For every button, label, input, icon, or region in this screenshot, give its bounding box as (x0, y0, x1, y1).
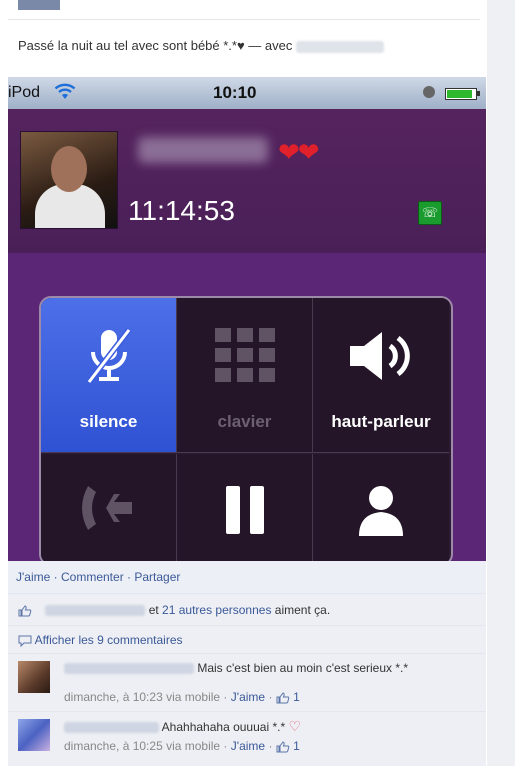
thumbs-up-icon (18, 605, 32, 617)
likes-prefix: et (148, 603, 159, 617)
add-call-icon (41, 482, 176, 539)
facebook-feedback: J'aime · Commenter · Partager et 21 autr… (8, 561, 486, 766)
phone-screenshot[interactable]: iPod 10:10 ❤❤ 11:14:53 ☏ silence clavier… (8, 77, 486, 561)
speaker-icon (313, 326, 449, 391)
comment-item: Ahahhahaha ouuuai *.* ♡ dimanche, à 10:2… (8, 711, 486, 766)
comment-bubble-icon (18, 635, 32, 647)
phone-call-icon: ☏ (418, 201, 442, 225)
comment-body: Ahahhahaha ouuuai *.* ♡ (64, 719, 474, 734)
comment-like-count[interactable]: 1 (293, 739, 300, 753)
alarm-icon (423, 86, 435, 98)
status-time: 10:10 (213, 83, 257, 102)
add-call-button[interactable] (41, 454, 177, 561)
comment-like-link[interactable]: J'aime (231, 690, 265, 704)
tagged-friend-link[interactable] (296, 40, 385, 53)
mute-label: silence (79, 412, 138, 431)
likes-summary: et 21 autres personnes aiment ça. (8, 593, 486, 625)
comment-meta: dimanche, à 10:25 via mobile · J'aime · … (64, 739, 300, 753)
mic-muted-icon (41, 326, 176, 391)
call-timer: 11:14:53 (128, 195, 235, 226)
others-link[interactable]: 21 autres personnes (162, 603, 271, 617)
comment-like-count[interactable]: 1 (293, 690, 300, 704)
comment-timestamp: dimanche, à 10:25 via mobile · (64, 739, 228, 753)
thumbs-up-icon (276, 692, 290, 704)
likes-suffix: aiment ça. (274, 603, 331, 617)
thumbs-up-icon (276, 741, 290, 753)
carrier-label: iPod (8, 84, 41, 101)
show-comments-label: Afficher les 9 commentaires (34, 633, 183, 647)
keypad-label: clavier (217, 412, 272, 431)
contacts-button[interactable] (313, 454, 449, 561)
battery-tip (477, 91, 480, 96)
comment-like-link[interactable]: J'aime (231, 739, 265, 753)
keypad-button[interactable]: clavier (177, 298, 313, 453)
heart-icon: ♡ (288, 718, 302, 734)
wifi-icon (54, 83, 76, 99)
hold-button[interactable] (177, 454, 313, 561)
commenter-avatar[interactable] (18, 719, 50, 751)
battery-icon (445, 88, 477, 100)
right-gutter (487, 0, 515, 766)
separator: · (268, 690, 273, 704)
comment-body: Mais c'est bien au moin c'est serieux *.… (64, 661, 474, 675)
post-header: Passé la nuit au tel avec sont bébé *.*♥… (8, 0, 480, 75)
post-actions: J'aime · Commenter · Partager (8, 561, 486, 593)
share-link[interactable]: Partager (134, 570, 180, 584)
like-link[interactable]: J'aime (16, 570, 50, 584)
pause-icon (177, 482, 312, 543)
author-avatar[interactable] (18, 0, 60, 10)
post-message: Passé la nuit au tel avec sont bébé *.*♥… (18, 38, 293, 53)
contact-icon (313, 482, 449, 543)
comment-item: Mais c'est bien au moin c'est serieux *.… (8, 653, 486, 711)
caller-avatar (20, 131, 118, 229)
separator: · (53, 570, 58, 584)
caller-name-blurred (138, 137, 268, 163)
keypad-icon (177, 326, 312, 395)
speaker-label: haut-parleur (331, 412, 431, 431)
speaker-button[interactable]: haut-parleur (313, 298, 449, 453)
mute-button[interactable]: silence (41, 298, 177, 453)
call-controls: silence clavier haut-parleur (39, 296, 453, 561)
separator: · (127, 570, 132, 584)
status-bar: iPod 10:10 (8, 77, 486, 109)
divider (8, 19, 480, 20)
commenter-name-blurred[interactable] (64, 663, 194, 675)
hearts-emoji: ❤❤ (278, 137, 320, 167)
comment-link[interactable]: Commenter (61, 570, 124, 584)
commenter-name-blurred[interactable] (64, 722, 159, 734)
post-text: Passé la nuit au tel avec sont bébé *.*♥… (18, 38, 385, 53)
call-header: ❤❤ 11:14:53 ☏ (8, 109, 486, 253)
separator: · (268, 739, 273, 753)
comment-text: Mais c'est bien au moin c'est serieux *.… (197, 661, 409, 675)
comment-meta: dimanche, à 10:23 via mobile · J'aime · … (64, 690, 300, 704)
liker-name-blurred[interactable] (45, 605, 146, 617)
commenter-avatar[interactable] (18, 661, 50, 693)
show-comments[interactable]: Afficher les 9 commentaires (8, 625, 486, 653)
comment-timestamp: dimanche, à 10:23 via mobile · (64, 690, 228, 704)
comment-text: Ahahhahaha ouuuai *.* (161, 720, 286, 734)
